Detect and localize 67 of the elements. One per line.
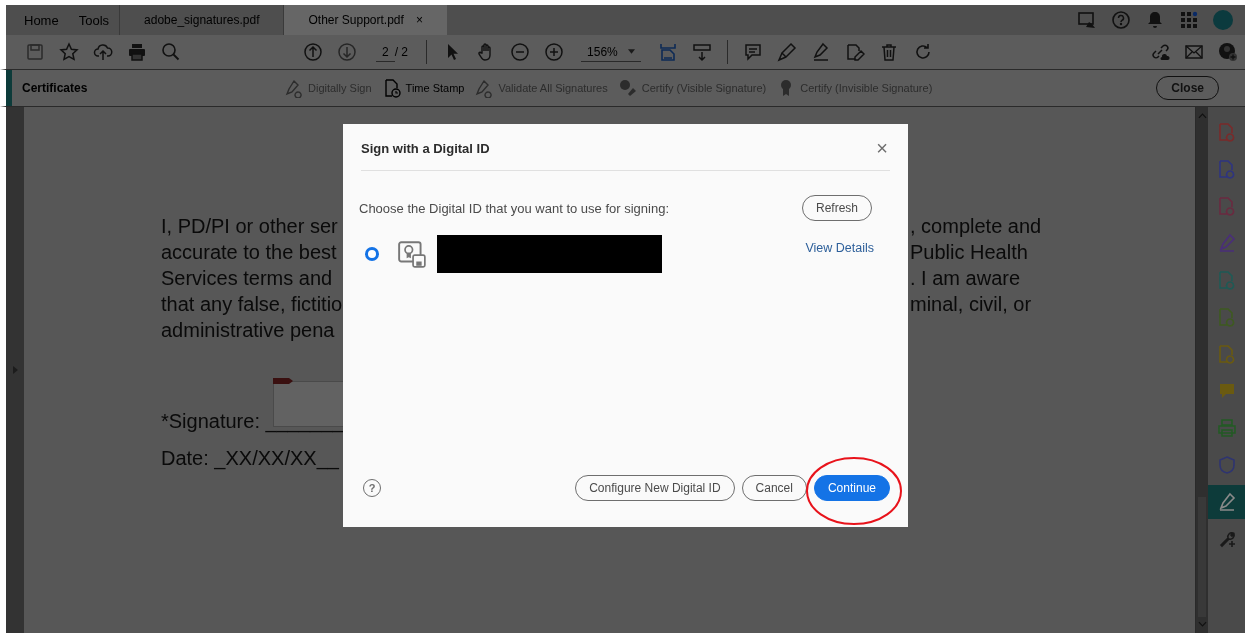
printer-icon (1216, 418, 1237, 438)
page-total: / 2 (394, 45, 409, 59)
refresh-button[interactable]: Refresh (801, 195, 872, 221)
view-details-link[interactable]: View Details (805, 241, 874, 255)
field-marker-icon (273, 378, 293, 384)
mail-icon[interactable] (1184, 42, 1204, 62)
nav-link[interactable]: Tools (68, 12, 120, 28)
zoom-in-icon[interactable] (544, 42, 565, 62)
radio-button[interactable] (365, 247, 379, 261)
date-line: Date: _XX/XX/XX__ (161, 447, 340, 470)
search-icon[interactable] (161, 42, 181, 62)
document-icon (1216, 270, 1237, 290)
star-icon[interactable] (59, 42, 79, 62)
document-text: accurate to the best (161, 240, 337, 264)
certificate-icon (397, 239, 427, 269)
document-icon (1216, 344, 1237, 364)
pen-icon (284, 78, 304, 98)
cloud-upload-icon[interactable] (93, 42, 113, 62)
save-icon[interactable] (25, 42, 45, 62)
highlighter-icon[interactable] (776, 42, 797, 62)
dialog-button[interactable]: Cancel (741, 475, 807, 501)
document-text: , complete and (910, 214, 1042, 238)
shield-icon (1216, 455, 1237, 475)
document-icon (1216, 159, 1237, 179)
document-text: Services terms and (161, 266, 333, 290)
zoom-out-icon[interactable] (510, 42, 531, 62)
next-page-icon[interactable] (337, 42, 357, 62)
share-screen-icon[interactable] (1077, 10, 1097, 30)
page-number-field[interactable]: 2 (376, 42, 395, 62)
continue-button[interactable]: Continue (813, 475, 890, 501)
edit-document-icon[interactable] (844, 42, 865, 62)
dialog-button[interactable]: Configure New Digital ID (575, 475, 735, 501)
document-tab[interactable]: Other Support.pdf × (283, 5, 447, 35)
scroll-mode-icon[interactable] (691, 42, 712, 62)
previous-page-icon[interactable] (303, 42, 323, 62)
avatar-icon[interactable] (1213, 10, 1233, 30)
document-text: I, PD/PI or other ser (161, 214, 338, 238)
document-icon (1216, 122, 1237, 142)
prompt-text: Choose the Digital ID that you want to use for signing: (359, 200, 669, 216)
certificate-pen-icon (617, 78, 638, 98)
tab-close-button[interactable]: × (415, 13, 423, 27)
document-text: Public Health (910, 240, 1028, 264)
document-text: minal, civil, or (910, 292, 1032, 316)
panel-title: Certificates (22, 81, 89, 95)
certificate-tool[interactable]: Time Stamp (381, 78, 465, 98)
print-icon[interactable] (127, 42, 147, 62)
document-text: administrative pena (161, 318, 335, 342)
dialog-title: Sign with a Digital ID (361, 140, 490, 156)
add-person-icon[interactable] (1218, 42, 1238, 62)
document-icon (1216, 307, 1237, 327)
close-button[interactable]: × (874, 136, 890, 160)
zoom-dropdown[interactable]: 156% (581, 42, 641, 62)
nav-link[interactable]: Home (14, 12, 69, 28)
tool-button[interactable] (1208, 485, 1245, 519)
link-cloud-icon[interactable] (1150, 42, 1170, 62)
signature-field[interactable] (273, 381, 345, 427)
scroll-up-icon[interactable] (1197, 113, 1207, 119)
help-icon[interactable] (1111, 10, 1131, 30)
caret-icon (627, 49, 635, 54)
document-text: that any false, fictitio (161, 292, 343, 316)
document-text: . I am aware (910, 266, 1021, 290)
pen-icon (474, 78, 495, 98)
comment-icon[interactable] (742, 42, 763, 62)
document-icon (1216, 196, 1237, 216)
scroll-down-icon[interactable] (1197, 621, 1207, 627)
apps-grid-icon[interactable] (1179, 10, 1199, 30)
signature-line: *Signature: _______ (161, 409, 344, 433)
